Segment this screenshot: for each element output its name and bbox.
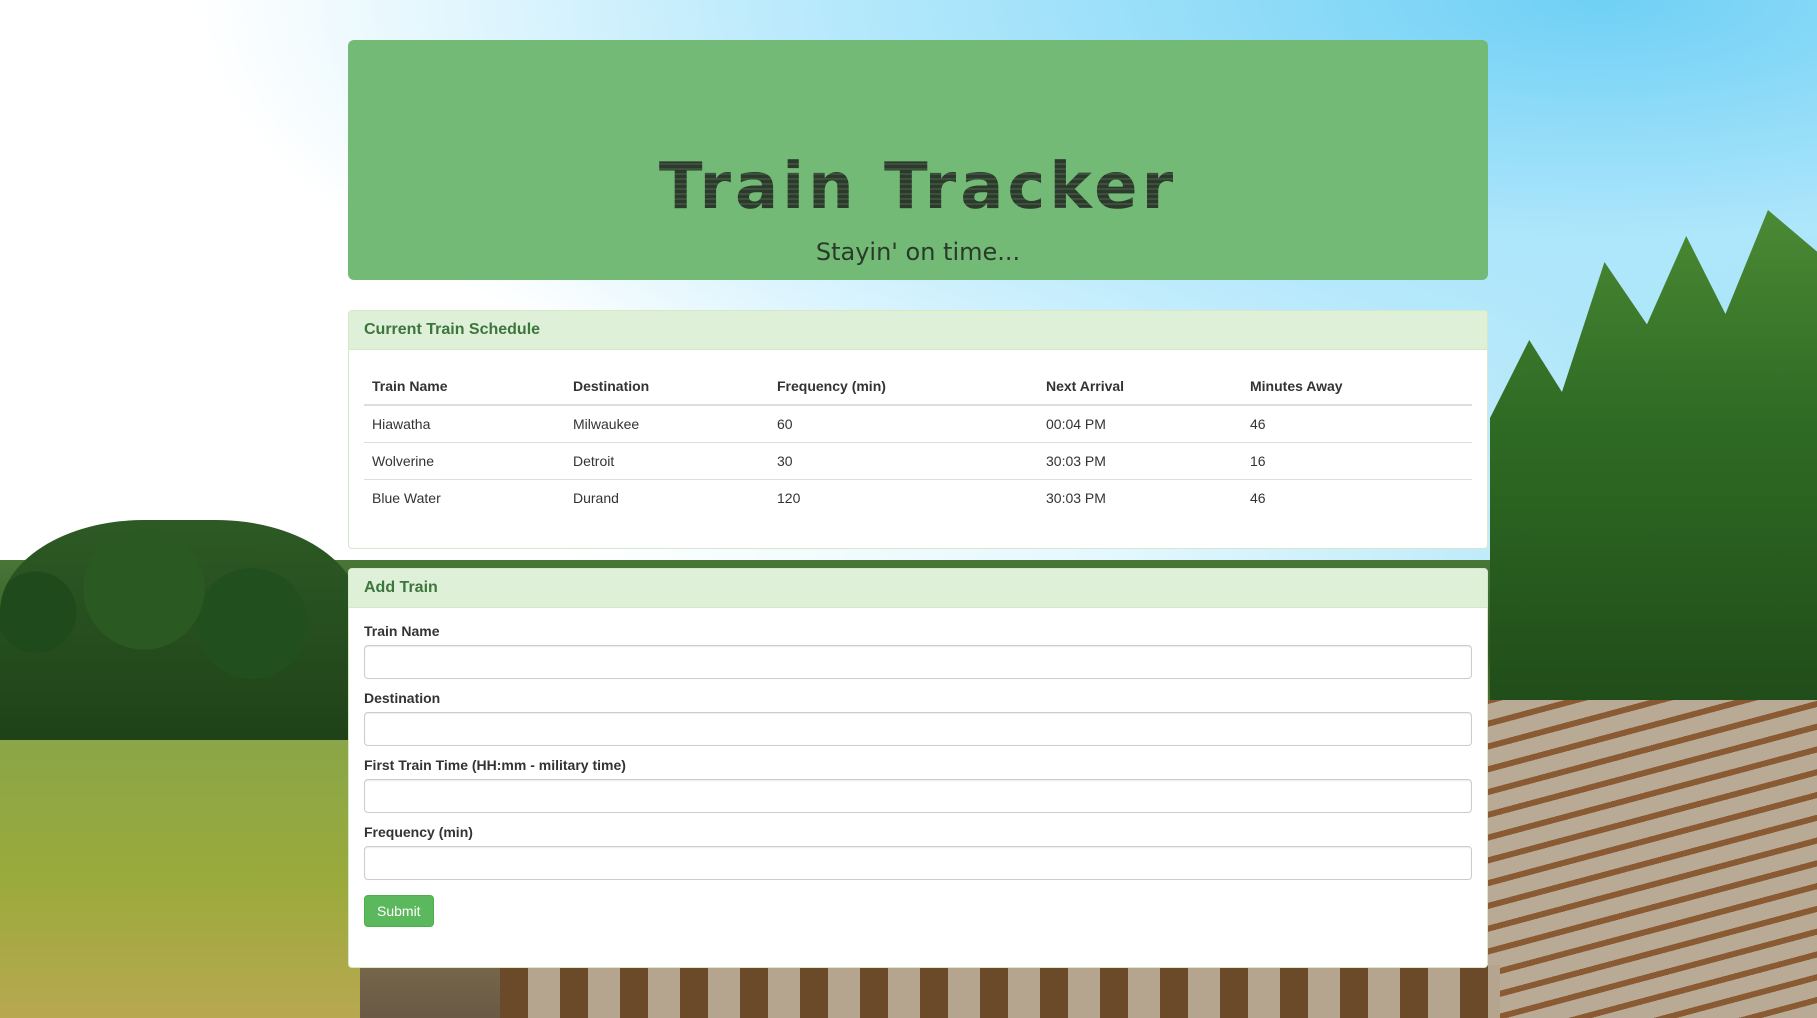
schedule-panel-body: Train Name Destination Frequency (min) N… [349,350,1487,531]
schedule-panel: Current Train Schedule Train Name Destin… [348,310,1488,549]
table-header-row: Train Name Destination Frequency (min) N… [364,365,1472,406]
cell-minutes-away: 46 [1242,479,1472,516]
submit-button[interactable]: Submit [364,895,434,927]
column-header-destination: Destination [565,365,769,406]
first-train-time-label: First Train Time (HH:mm - military time) [364,757,626,773]
schedule-panel-heading: Current Train Schedule [349,311,1487,350]
destination-label: Destination [364,690,441,706]
cell-destination: Milwaukee [573,416,640,432]
background-trees-left [0,520,360,750]
cell-next-arrival: 30:03 PM [1038,442,1242,480]
page-subtitle: Stayin' on time... [815,238,1021,266]
column-header-next-arrival: Next Arrival [1038,365,1242,406]
column-header-minutes-away: Minutes Away [1242,365,1472,406]
schedule-table: Train Name Destination Frequency (min) N… [364,365,1472,516]
add-train-panel-heading: Add Train [349,569,1487,608]
first-train-time-input[interactable] [364,779,1472,813]
cell-train-name: Wolverine [364,442,565,480]
frequency-group: Frequency (min) [364,824,1472,880]
first-train-time-group: First Train Time (HH:mm - military time) [364,757,1472,813]
cell-minutes-away: 16 [1242,442,1472,480]
background-field [0,740,360,1018]
table-row: Blue Water Durand 120 30:03 PM 46 [364,479,1472,516]
cell-train-name: Blue Water [364,479,565,516]
destination-input[interactable] [364,712,1472,746]
cell-train-name: Hiawatha [372,416,431,432]
header-jumbotron: Train Tracker Stayin' on time... [348,40,1488,280]
cell-frequency: 120 [769,479,1038,516]
add-train-panel: Add Train Train Name Destination First T… [348,568,1488,968]
cell-frequency: 60 [777,416,793,432]
cell-destination: Detroit [565,442,769,480]
page-title: Train Tracker [348,150,1488,224]
column-header-train-name: Train Name [364,365,565,406]
destination-group: Destination [364,690,1472,746]
cell-destination: Durand [565,479,769,516]
cell-next-arrival: 00:04 PM [1046,416,1106,432]
cell-frequency: 30 [769,442,1038,480]
add-train-form: Train Name Destination First Train Time … [349,608,1487,942]
table-row: Hiawatha Milwaukee 60 00:04 PM 46 [364,405,1472,443]
table-row: Wolverine Detroit 30 30:03 PM 16 [364,442,1472,480]
frequency-input[interactable] [364,846,1472,880]
train-name-group: Train Name [364,623,1472,679]
background-rails [1480,700,1817,1018]
train-name-label: Train Name [364,623,440,639]
train-name-input[interactable] [364,645,1472,679]
frequency-label: Frequency (min) [364,824,473,840]
background-rails-bottom [500,965,1500,1018]
cell-next-arrival: 30:03 PM [1038,479,1242,516]
cell-minutes-away: 46 [1250,416,1266,432]
column-header-frequency: Frequency (min) [769,365,1038,406]
